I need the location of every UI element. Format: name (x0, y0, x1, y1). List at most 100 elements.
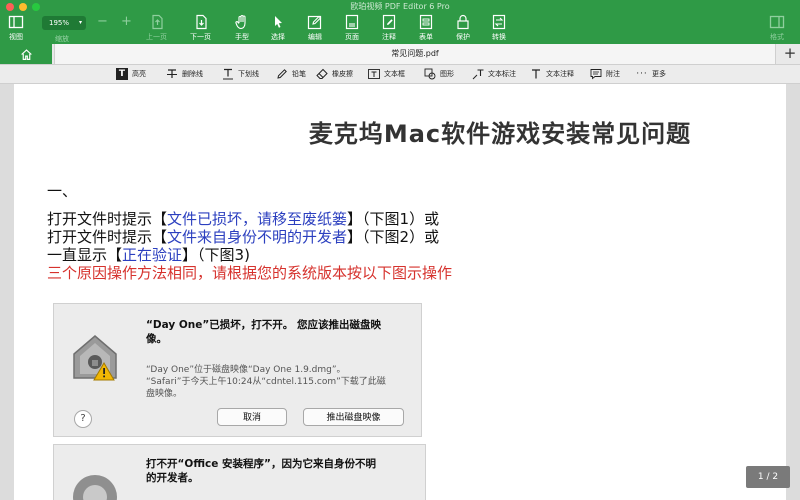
highlight-tool[interactable]: T 高亮 (116, 67, 146, 81)
dialog1-cancel-button: 取消 (217, 408, 287, 426)
page-icon (345, 14, 359, 30)
underline-icon (223, 68, 233, 80)
annotate-icon (382, 14, 396, 30)
view-button[interactable]: 视图 (8, 14, 24, 42)
gatekeeper-warning-icon (73, 335, 117, 381)
pencil-tool[interactable]: 铅笔 (276, 67, 306, 81)
dialog1-title-line-2: 像。 (146, 333, 167, 345)
text-callout-tool[interactable]: 文本标注 (472, 67, 516, 81)
edit-button[interactable]: 编辑 (307, 14, 323, 42)
annotate-button[interactable]: 注释 (381, 14, 397, 42)
convert-button[interactable]: 转换 (491, 14, 507, 42)
pencil-icon (277, 69, 287, 79)
note-tool[interactable]: 附注 (590, 67, 620, 81)
select-tool-button[interactable]: 选择 (270, 14, 286, 42)
sidebar-icon (8, 15, 24, 29)
eraser-icon (316, 68, 328, 79)
paragraph-line-1: 打开文件时提示【文件已损坏，请移至废纸篓】（下图1）或 (47, 210, 439, 228)
hand-icon (235, 14, 246, 30)
form-label: 表单 (419, 33, 433, 41)
scroll-gutter[interactable] (786, 84, 800, 500)
underline-tool[interactable]: 下划线 (222, 67, 259, 81)
protect-button[interactable]: 保护 (455, 14, 471, 42)
dialog1-body-line-3: 盘映像。 (146, 389, 183, 399)
format-label: 格式 (770, 33, 784, 41)
dialog1-title-line-1: “Day One”已损坏，打不开。 您应该推出磁盘映 (146, 319, 381, 331)
eraser-label: 橡皮擦 (332, 70, 353, 78)
eraser-tool[interactable]: 橡皮擦 (316, 67, 353, 81)
next-page-icon (195, 14, 207, 30)
cursor-arrow-icon (275, 16, 282, 28)
highlight-icon: T (116, 68, 128, 80)
pencil-label: 铅笔 (292, 70, 306, 78)
line2-highlight: 文件来自身份不明的开发者 (167, 228, 348, 246)
line3-highlight: 正在验证 (122, 246, 183, 264)
convert-label: 转换 (492, 33, 506, 41)
prev-page-icon (151, 14, 163, 30)
zoom-value: 195% (49, 19, 70, 27)
textbox-tool[interactable]: 文本框 (368, 67, 405, 81)
zoom-out-button[interactable]: − (97, 14, 108, 29)
section-number: 一、 (47, 182, 78, 200)
home-tab[interactable] (0, 44, 52, 64)
edit-label: 编辑 (308, 33, 322, 41)
line1-highlight: 文件已损坏，请移至废纸篓 (167, 210, 348, 228)
zoom-label: 缩放 (55, 35, 69, 43)
form-icon (419, 14, 433, 30)
protect-label: 保护 (456, 33, 470, 41)
text-note-label: 文本注释 (546, 70, 574, 78)
dialog2-title-line-1: 打不开“Office 安装程序”，因为它来自身份不明 (146, 458, 376, 470)
prev-page-label: 上一页 (146, 33, 167, 41)
dialog1-body-line-1: “Day One”位于磁盘映像“Day One 1.9.dmg”。 (146, 365, 346, 375)
page-button[interactable]: 页面 (344, 14, 360, 42)
line4-prefix: 三个原因操作方法相同， (47, 264, 213, 282)
line4-highlight: 请根据您的系统版本按以下图示操作 (212, 264, 453, 282)
document-page[interactable]: 麦克坞Mac软件游戏安装常见问题 一、 打开文件时提示【文件已损坏，请移至废纸篓… (14, 84, 786, 500)
paragraph-line-4: 三个原因操作方法相同，请根据您的系统版本按以下图示操作 (47, 264, 452, 282)
hand-tool-button[interactable]: 手型 (234, 14, 250, 42)
more-label: 更多 (652, 70, 666, 78)
textbox-icon (368, 69, 380, 79)
home-icon (20, 48, 32, 60)
underline-label: 下划线 (238, 70, 259, 78)
form-button[interactable]: 表单 (418, 14, 434, 42)
paragraph-line-2: 打开文件时提示【文件来自身份不明的开发者】（下图2）或 (47, 228, 439, 246)
next-page-button[interactable]: 下一页 (190, 14, 211, 42)
format-button[interactable]: 格式 (769, 14, 785, 42)
more-icon: ··· (636, 69, 648, 79)
textbox-label: 文本框 (384, 70, 405, 78)
document-tab[interactable]: 常见问题.pdf (54, 44, 776, 64)
strikethrough-icon (167, 69, 177, 78)
more-tools-button[interactable]: ··· 更多 (636, 67, 666, 81)
shape-icon (424, 68, 436, 80)
edit-icon (307, 15, 322, 30)
text-note-tool[interactable]: 文本注释 (530, 67, 574, 81)
zoom-in-button[interactable]: + (121, 14, 132, 29)
dialog1-body-line-2: “Safari”于今天上午10:24从“cdntel.115.com”下载了此磁 (146, 377, 386, 387)
comment-icon (590, 69, 602, 80)
main-toolbar: 欧珀视频 PDF Editor 6 Pro 视图 195% ▾ 缩放 − + 上一… (0, 0, 800, 44)
strikethrough-tool[interactable]: 删除线 (166, 67, 203, 81)
page-label: 页面 (345, 33, 359, 41)
format-panel-icon (769, 15, 785, 29)
line2-suffix: 】（下图2）或 (347, 228, 440, 246)
note-label: 附注 (606, 70, 620, 78)
damaged-file-dialog-image: “Day One”已损坏，打不开。 您应该推出磁盘映 像。 “Day One”位… (53, 303, 422, 437)
next-page-label: 下一页 (190, 33, 211, 41)
annotation-toolbar: T 高亮 删除线 下划线 铅笔 橡皮擦 文本框 图形 文本标注 文本注释 附注 … (0, 65, 800, 84)
select-tool-label: 选择 (271, 33, 285, 41)
strikethrough-label: 删除线 (182, 70, 203, 78)
text-callout-icon (472, 69, 484, 80)
dialog2-title-line-2: 的开发者。 (146, 472, 199, 484)
shape-tool[interactable]: 图形 (424, 67, 454, 81)
prev-page-button[interactable]: 上一页 (146, 14, 167, 42)
page-indicator: 1 / 2 (746, 466, 790, 488)
line1-suffix: 】（下图1）或 (347, 210, 440, 228)
hand-tool-label: 手型 (235, 33, 249, 41)
shape-label: 图形 (440, 70, 454, 78)
zoom-select[interactable]: 195% ▾ (42, 16, 86, 30)
annotate-label: 注释 (382, 33, 396, 41)
add-tab-button[interactable]: + (780, 44, 800, 64)
text-callout-label: 文本标注 (488, 70, 516, 78)
view-label: 视图 (9, 33, 23, 41)
